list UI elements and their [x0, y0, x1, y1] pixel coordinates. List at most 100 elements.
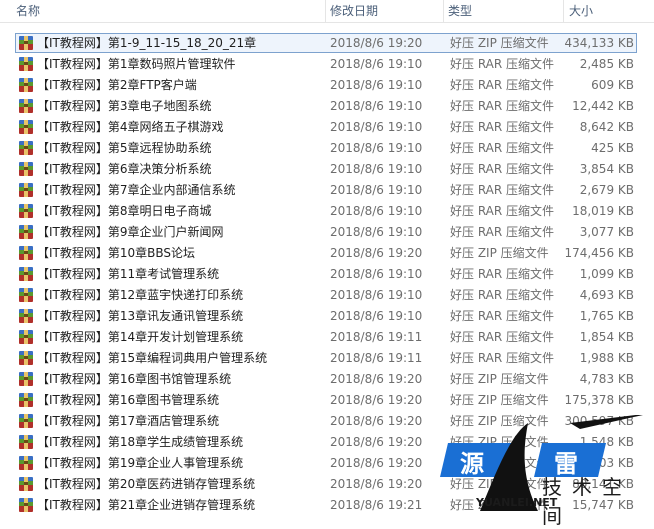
- file-name: 【IT教程网】第1-9_11-15_18_20_21章: [37, 36, 257, 50]
- file-date: 2018/8/6 19:10: [330, 204, 423, 218]
- file-type: 好压 RAR 压缩文件: [450, 99, 555, 113]
- archive-icon: [19, 309, 33, 323]
- archive-icon: [19, 498, 33, 512]
- column-header-size-label: 大小: [569, 4, 594, 18]
- archive-icon: [19, 183, 33, 197]
- file-name: 【IT教程网】第2章FTP客户端: [37, 78, 197, 92]
- file-name: 【IT教程网】第17章酒店管理系统: [37, 414, 220, 428]
- archive-icon: [19, 288, 33, 302]
- file-name: 【IT教程网】第20章医药进销存管理系统: [37, 477, 256, 491]
- file-row[interactable]: 【IT教程网】第2章FTP客户端 2018/8/6 19:10 好压 RAR 压缩文…: [0, 75, 654, 96]
- file-date: 2018/8/6 19:10: [330, 57, 423, 71]
- file-type: 好压 RAR 压缩文件: [450, 120, 555, 134]
- file-row[interactable]: 【IT教程网】第9章企业门户新闻网 2018/8/6 19:10 好压 RAR 压缩…: [0, 222, 654, 243]
- file-row[interactable]: 【IT教程网】第11章考试管理系统 2018/8/6 19:10 好压 RAR 压缩…: [0, 264, 654, 285]
- archive-icon: [19, 120, 33, 134]
- file-row[interactable]: 【IT教程网】第15章编程词典用户管理系统 2018/8/6 19:11 好压 RA…: [0, 348, 654, 369]
- file-date: 2018/8/6 19:11: [330, 330, 423, 344]
- archive-icon: [19, 246, 33, 260]
- file-name: 【IT教程网】第21章企业进销存管理系统: [37, 498, 256, 512]
- file-date: 2018/8/6 19:10: [330, 120, 423, 134]
- file-name: 【IT教程网】第3章电子地图系统: [37, 99, 212, 113]
- file-date: 2018/8/6 19:20: [330, 414, 423, 428]
- file-size: 1,765 KB: [579, 309, 634, 323]
- file-date: 2018/8/6 19:10: [330, 162, 423, 176]
- column-header-date-label: 修改日期: [330, 4, 379, 18]
- file-row[interactable]: 【IT教程网】第4章网络五子棋游戏 2018/8/6 19:10 好压 RAR 压缩…: [0, 117, 654, 138]
- file-name: 【IT教程网】第11章考试管理系统: [37, 267, 220, 281]
- file-row[interactable]: 【IT教程网】第1章数码照片管理软件 2018/8/6 19:10 好压 RAR 压…: [0, 54, 654, 75]
- file-date: 2018/8/6 19:20: [330, 393, 423, 407]
- column-header-name[interactable]: 名称: [0, 0, 326, 22]
- archive-icon: [19, 393, 33, 407]
- archive-icon: [19, 414, 33, 428]
- file-size: 4,693 KB: [579, 288, 634, 302]
- file-date: 2018/8/6 19:20: [330, 36, 423, 50]
- file-date: 2018/8/6 19:10: [330, 288, 423, 302]
- file-type: 好压 RAR 压缩文件: [450, 162, 555, 176]
- file-name: 【IT教程网】第16章图书管理系统: [37, 393, 220, 407]
- archive-icon: [19, 78, 33, 92]
- file-date: 2018/8/6 19:20: [330, 372, 423, 386]
- file-date: 2018/8/6 19:10: [330, 225, 423, 239]
- file-type: 好压 RAR 压缩文件: [450, 183, 555, 197]
- file-row[interactable]: 【IT教程网】第13章讯友通讯管理系统 2018/8/6 19:10 好压 RAR …: [0, 306, 654, 327]
- file-type: 好压 RAR 压缩文件: [450, 351, 555, 365]
- file-row[interactable]: 【IT教程网】第8章明日电子商城 2018/8/6 19:10 好压 RAR 压缩文…: [0, 201, 654, 222]
- file-type: 好压 ZIP 压缩文件: [450, 246, 549, 260]
- file-size: 609 KB: [591, 78, 634, 92]
- file-type: 好压 ZIP 压缩文件: [450, 36, 549, 50]
- archive-icon: [19, 99, 33, 113]
- file-type: 好压 RAR 压缩文件: [450, 141, 555, 155]
- file-size: 12,442 KB: [572, 99, 634, 113]
- file-type: 好压 ZIP 压缩文件: [450, 393, 549, 407]
- file-date: 2018/8/6 19:10: [330, 183, 423, 197]
- file-row[interactable]: 【IT教程网】第10章BBS论坛 2018/8/6 19:20 好压 ZIP 压缩文…: [0, 243, 654, 264]
- file-row[interactable]: 【IT教程网】第3章电子地图系统 2018/8/6 19:10 好压 RAR 压缩文…: [0, 96, 654, 117]
- file-size: 434,133 KB: [564, 36, 634, 50]
- file-name: 【IT教程网】第9章企业门户新闻网: [37, 225, 224, 239]
- file-size: 3,077 KB: [579, 225, 634, 239]
- column-header-date[interactable]: 修改日期: [326, 0, 444, 22]
- archive-icon: [19, 435, 33, 449]
- archive-icon: [19, 36, 33, 50]
- file-row[interactable]: 【IT教程网】第6章决策分析系统 2018/8/6 19:10 好压 RAR 压缩文…: [0, 159, 654, 180]
- file-size: 174,456 KB: [564, 246, 634, 260]
- archive-icon: [19, 477, 33, 491]
- file-date: 2018/8/6 19:20: [330, 246, 423, 260]
- file-date: 2018/8/6 19:20: [330, 477, 423, 491]
- file-row[interactable]: 【IT教程网】第5章远程协助系统 2018/8/6 19:10 好压 RAR 压缩文…: [0, 138, 654, 159]
- file-date: 2018/8/6 19:21: [330, 498, 423, 512]
- archive-icon: [19, 162, 33, 176]
- file-type: 好压 RAR 压缩文件: [450, 78, 555, 92]
- column-header-bar: 名称 修改日期 类型 大小: [0, 0, 654, 23]
- file-type: 好压 RAR 压缩文件: [450, 267, 555, 281]
- column-header-name-label: 名称: [16, 4, 41, 18]
- file-type: 好压 RAR 压缩文件: [450, 204, 555, 218]
- file-row[interactable]: 【IT教程网】第14章开发计划管理系统 2018/8/6 19:11 好压 RAR …: [0, 327, 654, 348]
- file-date: 2018/8/6 19:20: [330, 456, 423, 470]
- file-size: 1,854 KB: [579, 330, 634, 344]
- file-type: 好压 RAR 压缩文件: [450, 309, 555, 323]
- file-row[interactable]: 【IT教程网】第16章图书管理系统 2018/8/6 19:20 好压 ZIP 压缩…: [0, 390, 654, 411]
- watermark-tech: 技术空间: [542, 475, 632, 528]
- file-type: 好压 RAR 压缩文件: [450, 330, 555, 344]
- file-name: 【IT教程网】第10章BBS论坛: [37, 246, 196, 260]
- file-name: 【IT教程网】第5章远程协助系统: [37, 141, 212, 155]
- file-row[interactable]: 【IT教程网】第16章图书馆管理系统 2018/8/6 19:20 好压 ZIP 压…: [0, 369, 654, 390]
- file-name: 【IT教程网】第15章编程词典用户管理系统: [37, 351, 268, 365]
- archive-icon: [19, 456, 33, 470]
- file-row[interactable]: 【IT教程网】第7章企业内部通信系统 2018/8/6 19:10 好压 RAR 压…: [0, 180, 654, 201]
- file-name: 【IT教程网】第16章图书馆管理系统: [37, 372, 232, 386]
- file-size: 425 KB: [591, 141, 634, 155]
- archive-icon: [19, 141, 33, 155]
- column-header-size[interactable]: 大小: [564, 0, 654, 22]
- file-row[interactable]: 【IT教程网】第1-9_11-15_18_20_21章 2018/8/6 19:2…: [0, 33, 654, 54]
- file-size: 8,642 KB: [579, 120, 634, 134]
- file-size: 175,378 KB: [564, 393, 634, 407]
- archive-icon: [19, 372, 33, 386]
- file-row[interactable]: 【IT教程网】第12章蓝宇快递打印系统 2018/8/6 19:10 好压 RAR …: [0, 285, 654, 306]
- file-size: 4,783 KB: [579, 372, 634, 386]
- file-date: 2018/8/6 19:20: [330, 435, 423, 449]
- column-header-type[interactable]: 类型: [444, 0, 564, 22]
